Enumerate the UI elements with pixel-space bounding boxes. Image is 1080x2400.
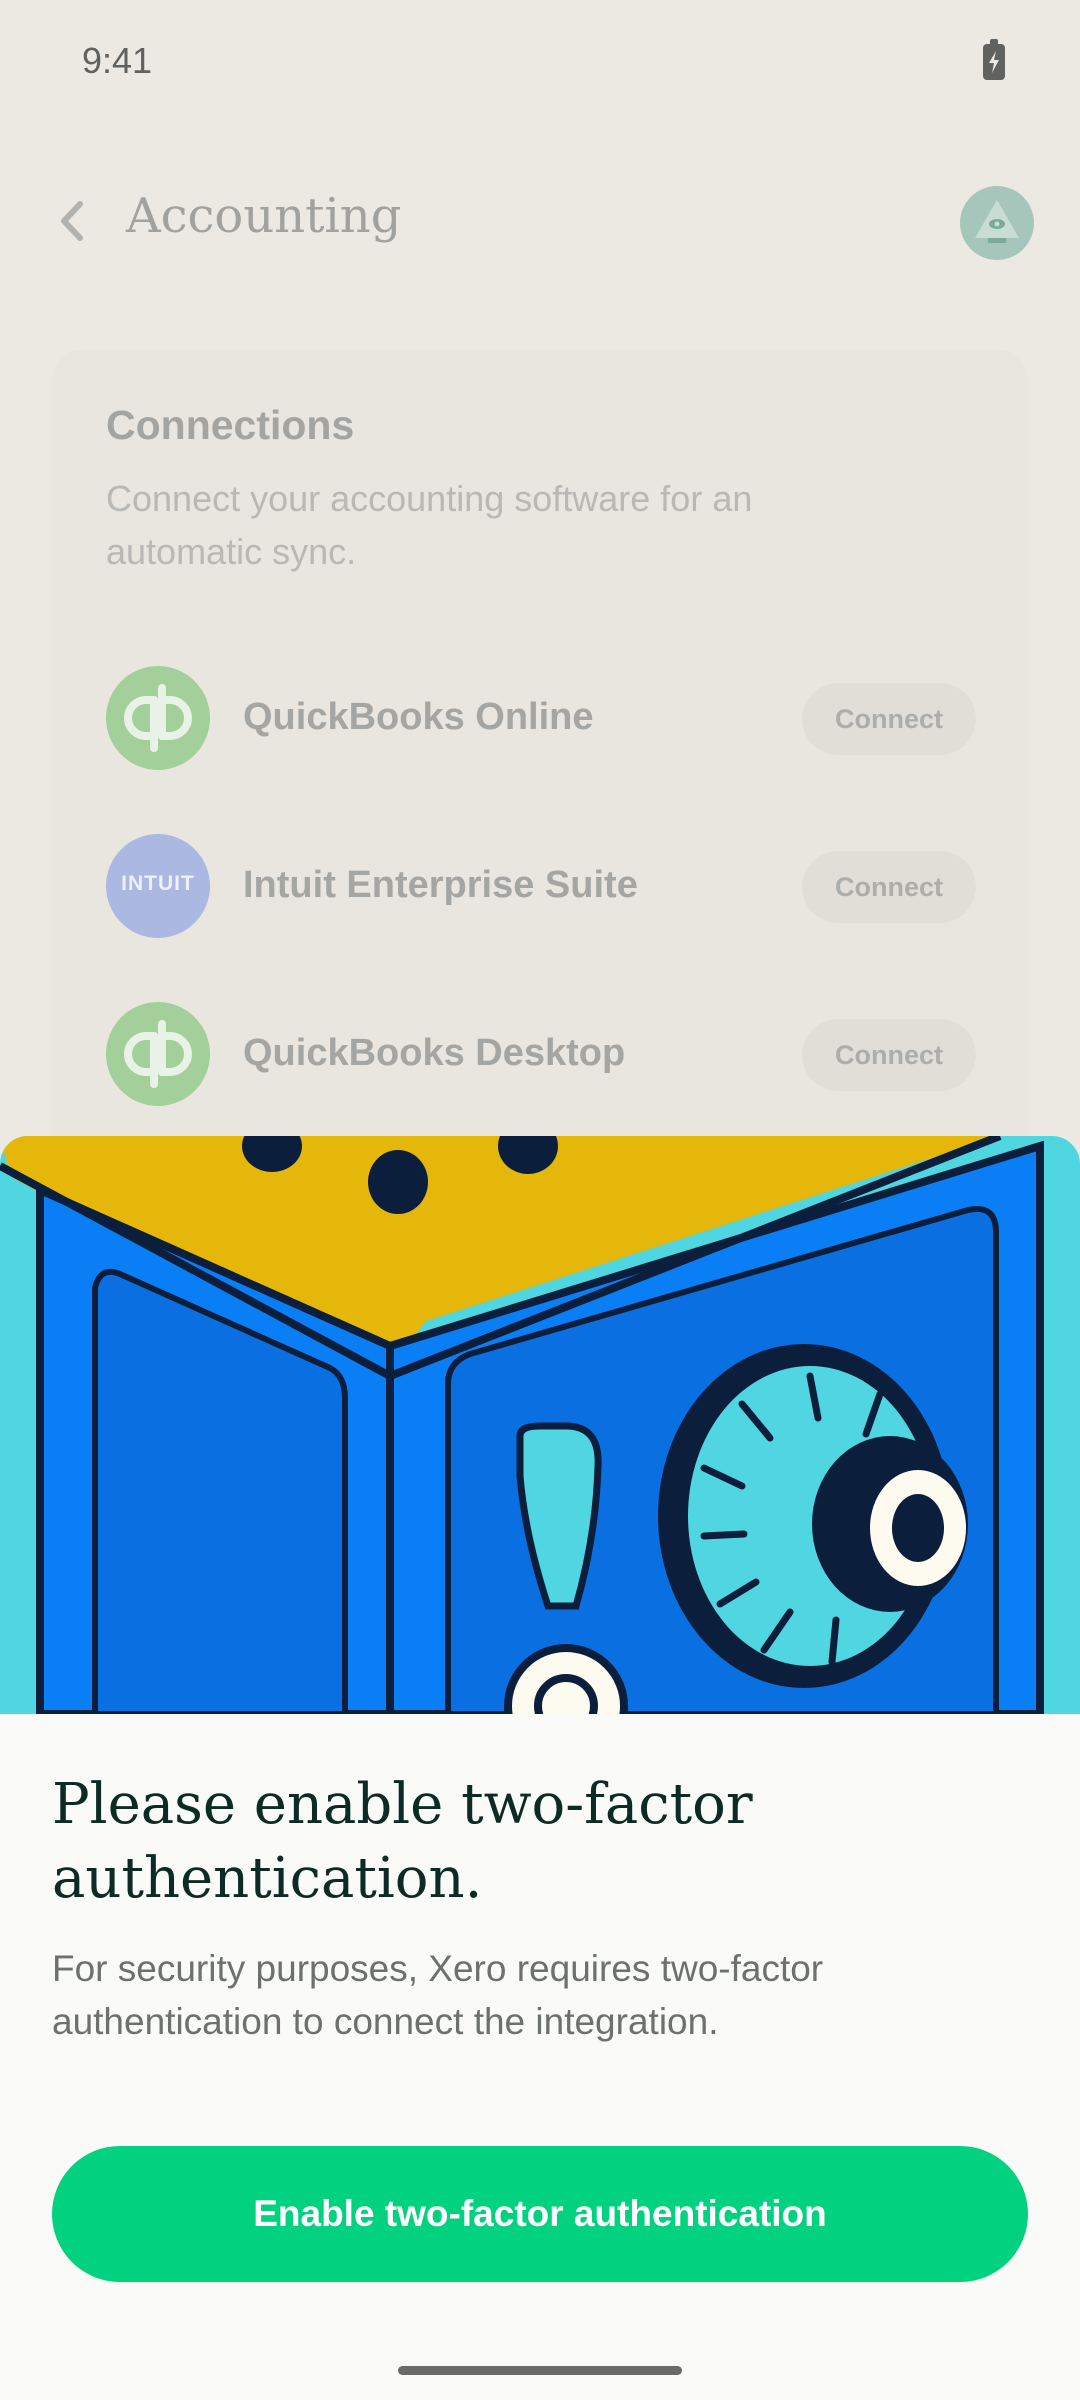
connect-button[interactable]: Connect — [802, 683, 976, 755]
intuit-logo-text: INTUIT — [121, 872, 195, 895]
status-time: 9:41 — [82, 40, 153, 81]
connections-title: Connections — [106, 402, 355, 448]
safe-illustration — [0, 1136, 1080, 1714]
quickbooks-logo-icon — [106, 666, 210, 770]
page-title: Accounting — [126, 188, 402, 244]
connection-row-intuit-enterprise-suite: INTUIT Intuit Enterprise Suite Connect — [0, 834, 1080, 944]
two-factor-sheet: Please enable two-factor authentication.… — [0, 1136, 1080, 2400]
connections-subtitle: Connect your accounting software for an … — [106, 478, 753, 572]
connection-name: QuickBooks Desktop — [243, 1032, 626, 1074]
home-indicator[interactable] — [398, 2366, 682, 2375]
status-bar: 9:41 — [0, 0, 1080, 120]
connect-button[interactable]: Connect — [802, 1019, 976, 1091]
back-arrow-icon[interactable] — [52, 198, 92, 244]
battery-icon — [983, 39, 1005, 80]
quickbooks-logo-icon — [106, 1002, 210, 1106]
enable-two-factor-button[interactable]: Enable two-factor authentication — [52, 2146, 1028, 2282]
connect-button[interactable]: Connect — [802, 851, 976, 923]
modal-title: Please enable two-factor authentication. — [52, 1772, 753, 1911]
connection-name: Intuit Enterprise Suite — [243, 864, 638, 906]
modal-body: For security purposes, Xero requires two… — [52, 1948, 824, 2042]
connection-row-quickbooks-online: QuickBooks Online Connect — [0, 666, 1080, 776]
avatar[interactable] — [960, 186, 1034, 260]
connection-row-quickbooks-desktop: QuickBooks Desktop Connect — [0, 1002, 1080, 1112]
connection-name: QuickBooks Online — [243, 696, 594, 738]
intuit-logo-icon: INTUIT — [106, 834, 210, 938]
